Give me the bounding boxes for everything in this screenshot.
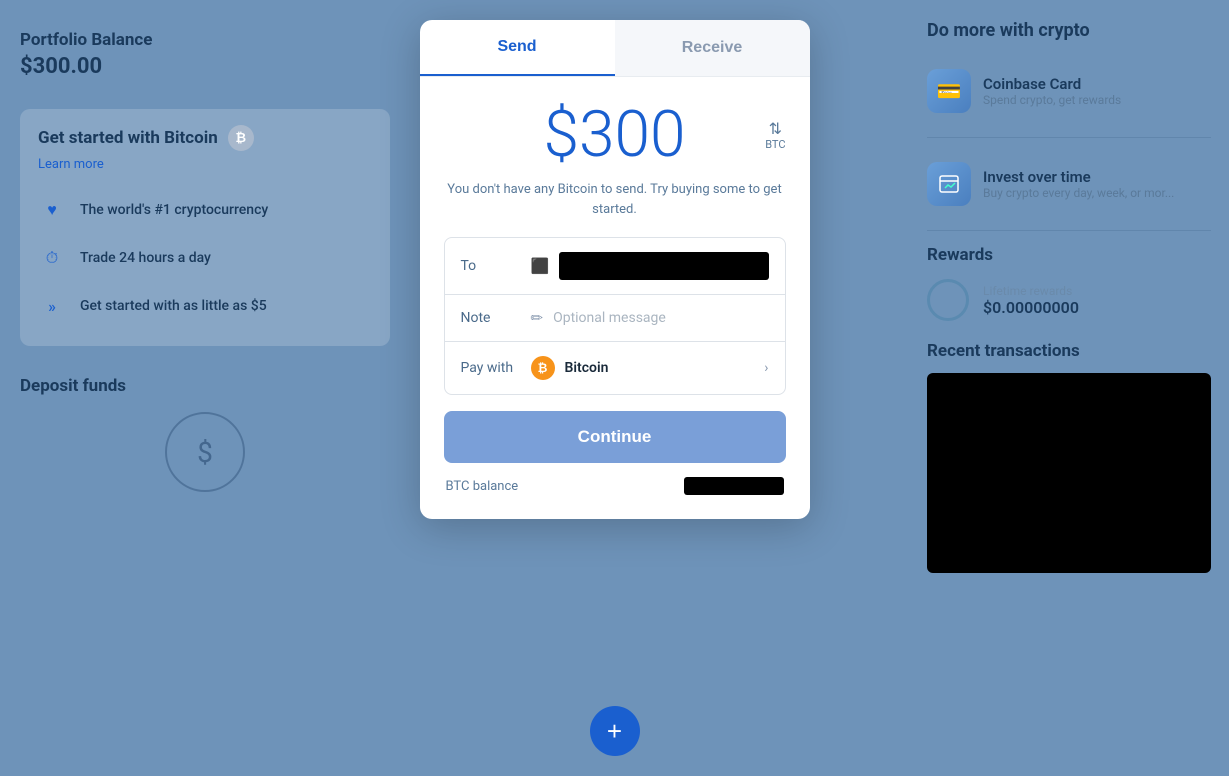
tab-receive[interactable]: Receive (615, 20, 810, 76)
bitcoin-icon: ₿ (531, 356, 555, 380)
btc-balance-redacted (684, 477, 784, 495)
note-label: Note (461, 310, 521, 326)
address-book-icon: ⬛ (531, 257, 550, 275)
chevron-right-icon: › (764, 360, 768, 376)
currency-label: BTC (765, 138, 785, 151)
amount-value: $300 (544, 97, 686, 172)
note-placeholder[interactable]: Optional message (553, 310, 666, 326)
bitcoin-name: Bitcoin (565, 360, 755, 376)
btc-balance-row: BTC balance (444, 477, 786, 495)
note-row: Note ✏ Optional message (445, 295, 785, 342)
to-row: To ⬛ (445, 238, 785, 295)
send-receive-modal: Send Receive $300 ⇅ BTC You don't have a… (420, 20, 810, 519)
to-label: To (461, 258, 521, 274)
toggle-arrows-icon: ⇅ (769, 119, 782, 138)
modal-body: $300 ⇅ BTC You don't have any Bitcoin to… (420, 77, 810, 519)
pencil-icon: ✏ (531, 309, 544, 327)
pay-with-label: Pay with (461, 360, 521, 376)
warning-text: You don't have any Bitcoin to send. Try … (444, 180, 786, 219)
form-fields: To ⬛ Note ✏ Optional message Pay with ₿ … (444, 237, 786, 395)
btc-balance-label: BTC balance (446, 479, 519, 494)
to-input-redacted[interactable] (559, 252, 768, 280)
modal-tabs: Send Receive (420, 20, 810, 77)
tab-send[interactable]: Send (420, 20, 615, 76)
amount-display: $300 ⇅ BTC (444, 97, 786, 172)
currency-toggle[interactable]: ⇅ BTC (765, 119, 785, 151)
modal-overlay: Send Receive $300 ⇅ BTC You don't have a… (0, 0, 1229, 776)
continue-button[interactable]: Continue (444, 411, 786, 463)
pay-with-row[interactable]: Pay with ₿ Bitcoin › (445, 342, 785, 394)
